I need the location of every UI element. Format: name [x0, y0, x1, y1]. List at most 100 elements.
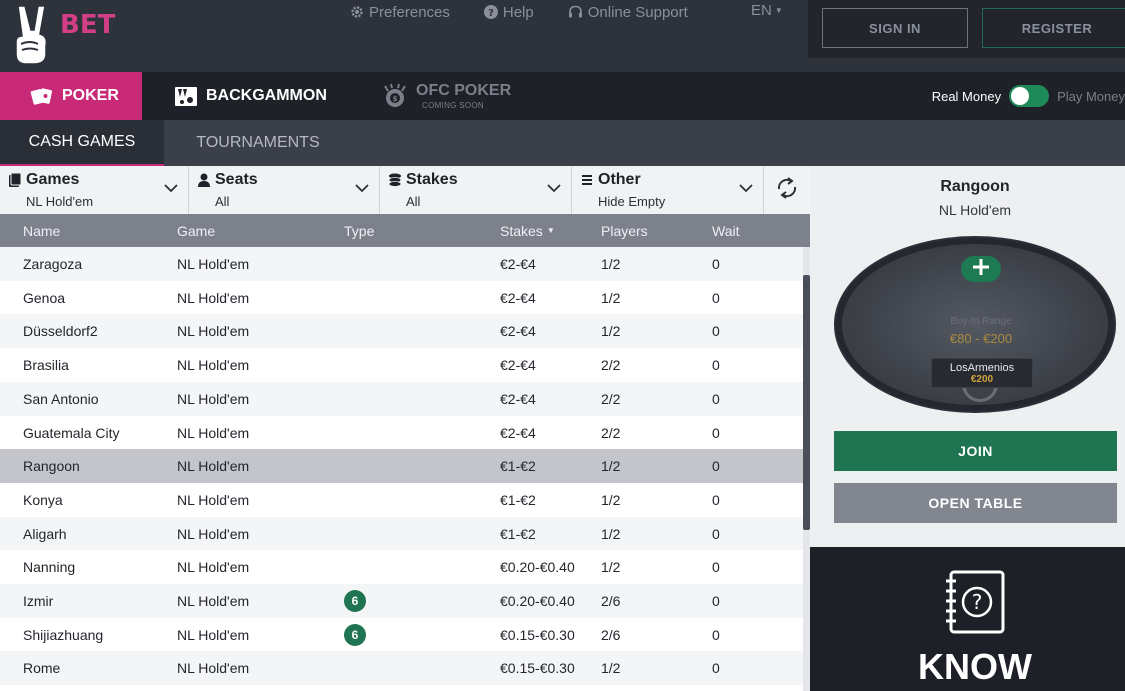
- sign-in-button[interactable]: SIGN IN: [822, 8, 968, 48]
- cell-wait: 0: [712, 424, 720, 441]
- money-mode-toggle[interactable]: [1009, 85, 1050, 107]
- cell-stakes: €2-€4: [500, 357, 536, 374]
- tab-poker[interactable]: POKER: [0, 72, 142, 120]
- preferences-link[interactable]: Preferences: [350, 4, 450, 21]
- brand-logo[interactable]: BET: [12, 4, 115, 68]
- column-header-players[interactable]: Players: [601, 214, 648, 247]
- table-header: Name Game Type Stakes ▼ Players Wait: [0, 214, 810, 247]
- language-selector[interactable]: EN ▼: [751, 2, 783, 19]
- svg-text:?: ?: [488, 8, 494, 19]
- tab-tournaments[interactable]: TOURNAMENTS: [164, 120, 352, 166]
- cell-players: 2/2: [601, 357, 621, 374]
- filter-games-title: Games: [8, 171, 79, 189]
- play-money-label: Play Money: [1057, 88, 1125, 104]
- cell-wait: 0: [712, 256, 720, 272]
- table-row[interactable]: Brasilia NL Hold'em €2-€4 2/2 0: [0, 348, 803, 383]
- player-stack: €200: [970, 373, 994, 385]
- table-scrollbar[interactable]: [803, 247, 810, 691]
- filter-other-label: Other: [598, 171, 641, 188]
- filter-seats-value: All: [215, 194, 230, 209]
- money-mode-toggle-group: Real Money Play Money: [932, 72, 1125, 120]
- table-row[interactable]: San Antonio NL Hold'em €2-€4 2/2 0: [0, 381, 803, 416]
- join-button[interactable]: JOIN: [834, 431, 1117, 471]
- cell-players: 1/2: [601, 559, 621, 576]
- table-row[interactable]: Zaragoza NL Hold'em €2-€4 1/2 0: [0, 247, 803, 281]
- table-detail-panel: Rangoon NL Hold'em Buy-In Range €80 - €2…: [810, 166, 1125, 547]
- cell-game: NL Hold'em: [177, 424, 250, 441]
- table-row[interactable]: Genoa NL Hold'em €2-€4 1/2 0: [0, 280, 803, 315]
- tab-ofc-poker[interactable]: $ OFC POKER COMING SOON: [382, 72, 511, 120]
- cell-stakes: €1-€2: [500, 458, 536, 475]
- tab-backgammon[interactable]: BACKGAMMON: [174, 72, 327, 120]
- table-row[interactable]: Aligarh NL Hold'em €1-€2 1/2 0: [0, 516, 803, 551]
- cell-name: Konya: [23, 491, 63, 508]
- open-table-button[interactable]: OPEN TABLE: [834, 483, 1117, 523]
- cell-players: 1/2: [601, 323, 621, 340]
- cell-stakes: €0.20-€0.40: [500, 593, 575, 609]
- filter-seats-title: Seats: [197, 171, 258, 189]
- tab-cash-games[interactable]: CASH GAMES: [0, 120, 164, 166]
- table-row[interactable]: Düsseldorf2 NL Hold'em €2-€4 1/2 0: [0, 314, 803, 349]
- table-row[interactable]: Rome NL Hold'em €0.15-€0.30 1/2 0: [0, 651, 803, 686]
- column-header-stakes[interactable]: Stakes ▼: [500, 214, 555, 247]
- cell-stakes: €2-€4: [500, 390, 536, 407]
- cell-wait: 0: [712, 458, 720, 475]
- chevron-down-icon: [547, 180, 561, 198]
- online-support-link[interactable]: Online Support: [568, 4, 688, 21]
- cell-name: San Antonio: [23, 390, 99, 407]
- svg-text:$: $: [393, 95, 398, 103]
- list-icon: [580, 173, 594, 187]
- filter-games[interactable]: Games NL Hold'em: [0, 166, 189, 214]
- scrollbar-thumb[interactable]: [803, 275, 810, 530]
- empty-seat-button[interactable]: [961, 256, 1001, 282]
- column-header-type[interactable]: Type: [344, 214, 374, 247]
- help-book-icon: ?: [941, 569, 1007, 640]
- table-row[interactable]: Guatemala City NL Hold'em €2-€4 2/2 0: [0, 415, 803, 450]
- cell-name: Izmir: [23, 593, 54, 609]
- cell-wait: 0: [712, 289, 720, 306]
- filter-other-value: Hide Empty: [598, 194, 666, 209]
- table-row[interactable]: Nanning NL Hold'em €0.20-€0.40 1/2 0: [0, 550, 803, 585]
- column-header-name[interactable]: Name: [23, 214, 60, 247]
- table-row[interactable]: Konya NL Hold'em €1-€2 1/2 0: [0, 482, 803, 517]
- person-icon: [197, 172, 211, 188]
- victory-hand-icon: [15, 5, 48, 65]
- ofc-chip-icon: $: [382, 83, 408, 109]
- real-money-label: Real Money: [931, 88, 1002, 104]
- cell-players: 1/2: [601, 289, 621, 306]
- table-row[interactable]: Izmir NL Hold'em 6 €0.20-€0.40 2/6 0: [0, 584, 803, 618]
- refresh-button[interactable]: [764, 166, 810, 214]
- cell-type: 6: [344, 584, 366, 618]
- cell-game: NL Hold'em: [177, 593, 250, 609]
- cell-stakes: €0.15-€0.30: [500, 626, 575, 643]
- table-row[interactable]: Rangoon NL Hold'em €1-€2 1/2 0: [0, 449, 803, 484]
- chevron-down-icon: [164, 180, 178, 198]
- filter-other[interactable]: Other Hide Empty: [572, 166, 764, 214]
- sort-desc-icon: ▼: [546, 226, 555, 235]
- cell-players: 1/2: [601, 458, 621, 475]
- column-header-game[interactable]: Game: [177, 214, 215, 247]
- promo-panel[interactable]: ? KNOW: [810, 547, 1125, 691]
- help-circle-icon: ?: [483, 5, 498, 19]
- cell-players: 1/2: [601, 491, 621, 508]
- tab-ofc-label: OFC POKER: [416, 81, 512, 99]
- cell-game: NL Hold'em: [177, 626, 250, 643]
- filter-seats[interactable]: Seats All: [189, 166, 380, 214]
- top-bar: BET Preferences ? Help Online Support EN…: [0, 0, 1125, 72]
- register-button[interactable]: REGISTER: [982, 8, 1125, 48]
- filter-stakes[interactable]: Stakes All: [380, 166, 572, 214]
- cell-game: NL Hold'em: [177, 660, 250, 677]
- cell-stakes: €2-€4: [500, 323, 536, 340]
- column-header-wait[interactable]: Wait: [712, 214, 739, 247]
- cell-wait: 0: [712, 559, 720, 576]
- filter-bar: Games NL Hold'em Seats All Stakes All Ot…: [0, 166, 810, 214]
- filter-seats-label: Seats: [215, 171, 258, 188]
- cell-name: Shijiazhuang: [23, 626, 104, 643]
- table-row[interactable]: Shijiazhuang NL Hold'em 6 €0.15-€0.30 2/6 0: [0, 617, 803, 652]
- cell-name: Genoa: [23, 289, 66, 306]
- backgammon-board-icon: [174, 85, 198, 107]
- cell-stakes: €2-€4: [500, 424, 536, 441]
- filter-stakes-label: Stakes: [406, 171, 458, 188]
- auth-panel: SIGN IN REGISTER: [808, 0, 1125, 58]
- help-link[interactable]: ? Help: [483, 4, 534, 21]
